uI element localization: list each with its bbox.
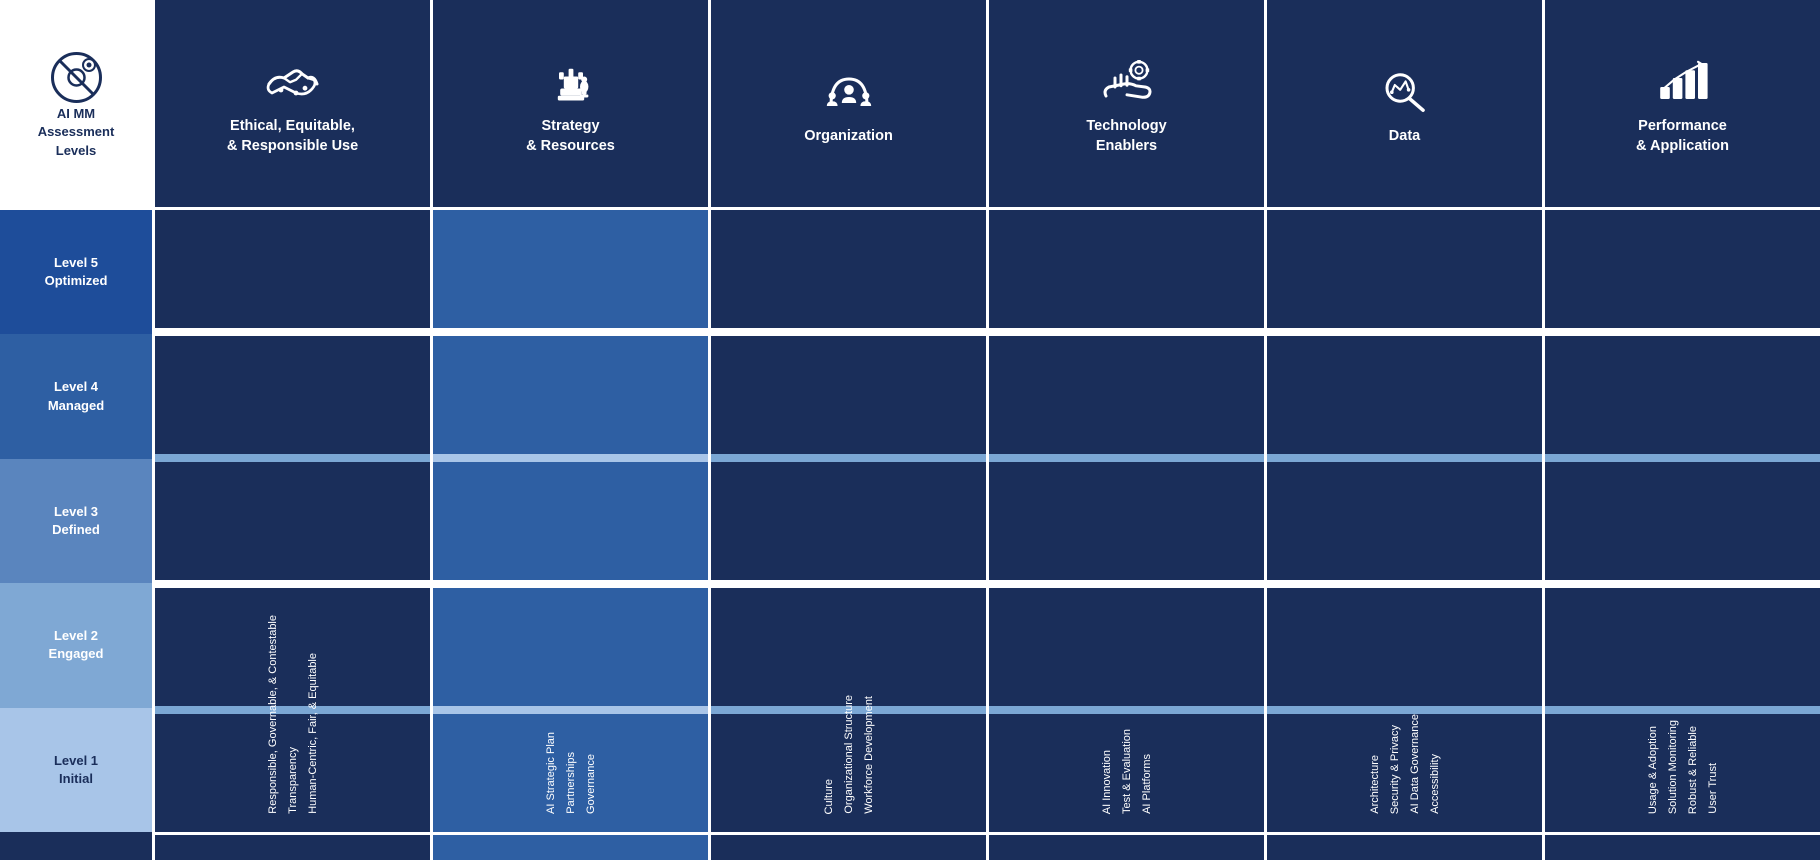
domain-texts-data: Architecture Security & Privacy AI Data … — [1267, 210, 1542, 822]
domain-header-technology: Technology Enablers — [989, 0, 1264, 210]
tech-text-2: Test & Evaluation — [1121, 729, 1133, 814]
level-1-label: Level 1Initial — [0, 708, 152, 832]
domain-texts-technology: AI Innovation Test & Evaluation AI Platf… — [989, 210, 1264, 822]
ethical-text-1: Responsible, Governable, & Contestable — [267, 615, 279, 814]
organization-icon — [819, 61, 879, 121]
org-text-3: Workforce Development — [863, 696, 875, 814]
sidebar-title: AI MM Assessment Levels — [38, 105, 115, 160]
gear-hand-icon — [1097, 51, 1157, 111]
strategy-text-1: AI Strategic Plan — [545, 732, 557, 814]
domain-col-ethical: Ethical, Equitable, & Responsible Use Re… — [155, 0, 430, 860]
domain-footer-strategy — [433, 832, 708, 860]
domain-col-data: Data Architecture Security & Privacy — [1264, 0, 1542, 860]
strategy-text-3: Governance — [585, 754, 597, 814]
domain-col-organization: Organization Culture Organizational Stru — [708, 0, 986, 860]
domain-texts-ethical: Responsible, Governable, & Contestable T… — [155, 210, 430, 822]
domain-body-data: Architecture Security & Privacy AI Data … — [1267, 210, 1542, 832]
domain-texts-strategy: AI Strategic Plan Partnerships Governanc… — [433, 210, 708, 822]
data-text-3: AI Data Governance — [1409, 714, 1421, 814]
domain-body-ethical: Responsible, Governable, & Contestable T… — [155, 210, 430, 832]
domain-title-organization: Organization — [804, 127, 893, 147]
tech-text-3: AI Platforms — [1141, 754, 1153, 814]
domain-texts-organization: Culture Organizational Structure Workfor… — [711, 210, 986, 822]
ethical-text-2: Transparency — [287, 747, 299, 814]
data-text-1: Architecture — [1369, 755, 1381, 814]
perf-text-3: Robust & Reliable — [1687, 726, 1699, 814]
domain-title-ethical: Ethical, Equitable, & Responsible Use — [227, 117, 358, 156]
ai-mm-logo-icon — [49, 50, 104, 105]
sidebar: AI MM Assessment Levels Level 5Optimized… — [0, 0, 155, 860]
domain-footer-data — [1267, 832, 1542, 860]
domain-body-strategy: AI Strategic Plan Partnerships Governanc… — [433, 210, 708, 832]
tech-text-1: AI Innovation — [1101, 750, 1113, 814]
main-container: AI MM Assessment Levels Level 5Optimized… — [0, 0, 1820, 860]
domain-footer-ethical — [155, 832, 430, 860]
domain-footer-technology — [989, 832, 1264, 860]
level-2-label: Level 2Engaged — [0, 583, 152, 707]
level-4-label: Level 4Managed — [0, 334, 152, 458]
domain-header-organization: Organization — [711, 0, 986, 210]
domain-title-strategy: Strategy & Resources — [526, 117, 615, 156]
chart-up-icon — [1653, 51, 1713, 111]
level-5-label: Level 5Optimized — [0, 210, 152, 334]
domain-footer-performance — [1545, 832, 1820, 860]
data-text-4: Accessibility — [1429, 754, 1441, 814]
domain-texts-performance: Usage & Adoption Solution Monitoring Rob… — [1545, 210, 1820, 822]
domain-col-technology: Technology Enablers AI Innovation Test & — [986, 0, 1264, 860]
strategy-text-2: Partnerships — [565, 752, 577, 814]
ethical-text-3: Human-Centric, Fair, & Equitable — [307, 653, 319, 814]
level-3-label: Level 3Defined — [0, 459, 152, 583]
perf-text-4: User Trust — [1707, 763, 1719, 814]
domain-header-ethical: Ethical, Equitable, & Responsible Use — [155, 0, 430, 210]
handshake-icon — [263, 51, 323, 111]
domain-header-data: Data — [1267, 0, 1542, 210]
domain-title-technology: Technology Enablers — [1086, 117, 1166, 156]
domain-footer-organization — [711, 832, 986, 860]
domain-header-strategy: Strategy & Resources — [433, 0, 708, 210]
data-search-icon — [1375, 61, 1435, 121]
domain-title-performance: Performance & Application — [1636, 117, 1729, 156]
sidebar-header: AI MM Assessment Levels — [0, 0, 152, 210]
domain-title-data: Data — [1389, 127, 1420, 147]
data-text-2: Security & Privacy — [1389, 725, 1401, 814]
domain-body-technology: AI Innovation Test & Evaluation AI Platf… — [989, 210, 1264, 832]
perf-text-1: Usage & Adoption — [1647, 726, 1659, 814]
domain-body-performance: Usage & Adoption Solution Monitoring Rob… — [1545, 210, 1820, 832]
org-text-2: Organizational Structure — [843, 695, 855, 814]
perf-text-2: Solution Monitoring — [1667, 720, 1679, 814]
domain-col-strategy: Strategy & Resources AI Strategic Plan P — [430, 0, 708, 860]
domain-body-organization: Culture Organizational Structure Workfor… — [711, 210, 986, 832]
level-list: Level 5Optimized Level 4Managed Level 3D… — [0, 210, 152, 832]
chess-icon — [541, 51, 601, 111]
domain-header-performance: Performance & Application — [1545, 0, 1820, 210]
sidebar-footer — [0, 832, 152, 860]
domain-col-performance: Performance & Application Usage & Adopti… — [1542, 0, 1820, 860]
org-text-1: Culture — [823, 779, 835, 814]
domains-area: Ethical, Equitable, & Responsible Use Re… — [155, 0, 1820, 860]
